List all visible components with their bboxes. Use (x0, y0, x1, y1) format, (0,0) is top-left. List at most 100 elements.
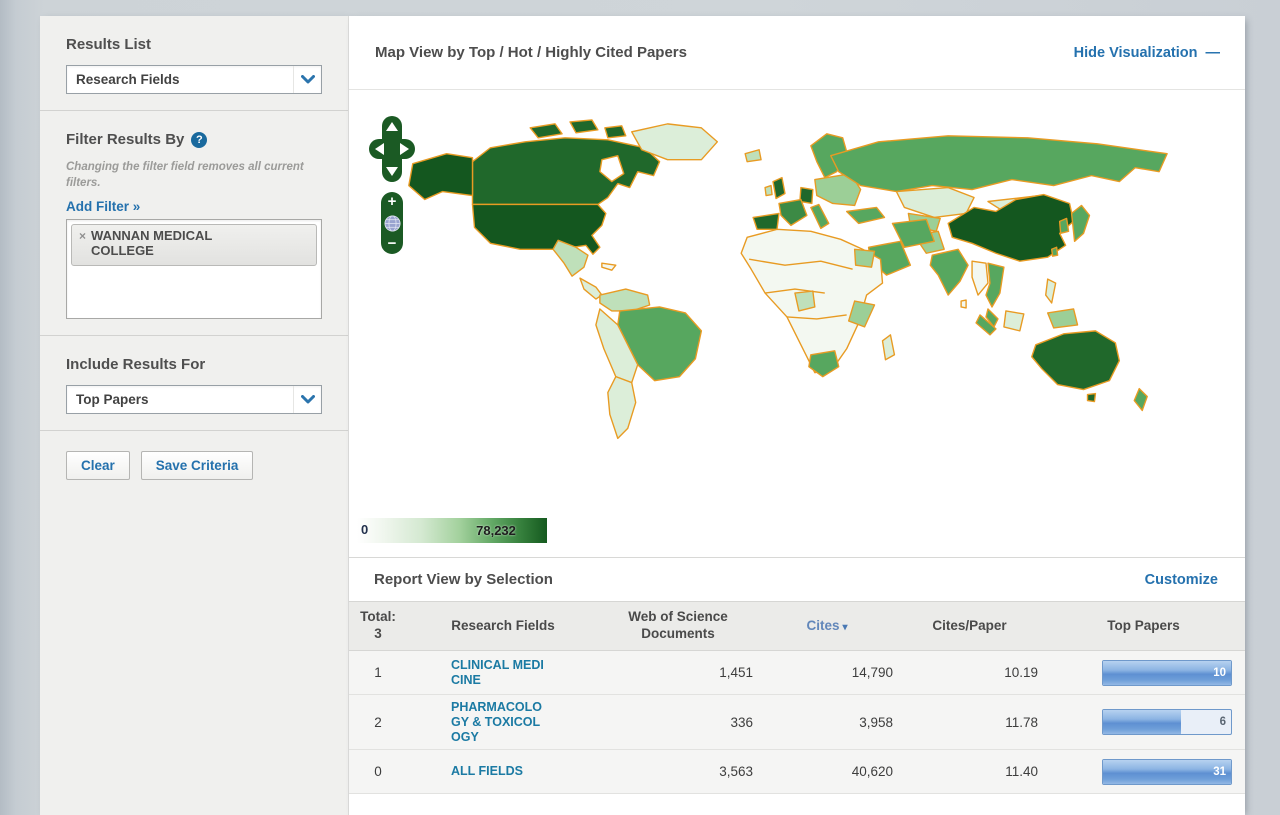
row-cites: 3,958 (757, 715, 897, 730)
column-header-total: Total: 3 (349, 609, 407, 643)
research-field-link[interactable]: ALL FIELDS (451, 764, 549, 779)
research-field-link[interactable]: CLINICAL MEDICINE (451, 658, 549, 688)
country-myanmar[interactable] (972, 261, 988, 295)
table-row: 1 CLINICAL MEDICINE 1,451 14,790 10.19 1… (349, 651, 1245, 695)
globe-icon[interactable] (384, 215, 401, 232)
column-header-cites-sorted[interactable]: Cites▾ (757, 618, 897, 635)
column-header-top-papers[interactable]: Top Papers (1042, 618, 1245, 635)
row-cites-per-paper: 11.40 (897, 764, 1042, 779)
country-cuba[interactable] (602, 263, 616, 270)
table-row: 2 PHARMACOLOGY & TOXICOLOGY 336 3,958 11… (349, 695, 1245, 750)
map-view-title: Map View by Top / Hot / Highly Cited Pap… (375, 44, 687, 61)
main-content: Map View by Top / Hot / Highly Cited Pap… (349, 16, 1245, 815)
results-list-selected-value: Research Fields (76, 72, 180, 87)
row-cites-per-paper: 11.78 (897, 715, 1042, 730)
row-documents: 3,563 (599, 764, 757, 779)
row-documents: 336 (599, 715, 757, 730)
help-icon[interactable]: ? (191, 132, 207, 148)
table-header-row: Total: 3 Research Fields Web of Science … (349, 601, 1245, 651)
sort-desc-icon: ▾ (842, 622, 847, 633)
filter-tag[interactable]: × WANNAN MEDICAL COLLEGE (71, 224, 317, 266)
filter-results-title: Filter Results By ? (66, 131, 322, 148)
country-india[interactable] (930, 249, 968, 295)
country-philippines[interactable] (1046, 279, 1056, 303)
criteria-actions-section: Clear Save Criteria (40, 431, 348, 496)
country-australia[interactable] (1032, 331, 1120, 390)
country-madagascar[interactable] (882, 335, 894, 360)
report-header: Report View by Selection Customize (349, 558, 1245, 601)
country-uk[interactable] (773, 178, 785, 199)
zoom-in-button[interactable]: + (388, 195, 397, 209)
include-results-title: Include Results For (66, 356, 322, 373)
country-alaska[interactable] (409, 154, 473, 200)
include-results-section: Include Results For Top Papers (40, 336, 348, 431)
column-header-documents[interactable]: Web of Science Documents (599, 609, 757, 643)
country-egypt[interactable] (855, 249, 875, 267)
country-canada-islands[interactable] (570, 120, 598, 133)
report-title: Report View by Selection (374, 571, 553, 588)
remove-filter-icon[interactable]: × (79, 229, 86, 243)
country-iceland[interactable] (745, 150, 761, 162)
top-papers-value: 31 (1213, 766, 1226, 778)
country-ireland[interactable] (765, 186, 772, 196)
filter-sidebar: Results List Research Fields Filter Resu… (40, 16, 349, 815)
column-header-cites-per-paper[interactable]: Cites/Paper (897, 618, 1042, 635)
include-results-selected-value: Top Papers (76, 392, 149, 407)
results-list-section: Results List Research Fields (40, 16, 348, 111)
legend-max-value: 78,232 (476, 523, 516, 538)
country-russia[interactable] (831, 136, 1167, 192)
active-filters-listbox[interactable]: × WANNAN MEDICAL COLLEGE (66, 219, 322, 319)
country-tasmania[interactable] (1088, 394, 1096, 402)
hide-visualization-link[interactable]: Hide Visualization — (1074, 45, 1219, 61)
country-thailand-vietnam[interactable] (986, 263, 1004, 307)
country-canada[interactable] (472, 138, 659, 205)
country-turkey[interactable] (847, 207, 885, 223)
add-filter-link[interactable]: Add Filter » (66, 199, 140, 214)
top-papers-value: 10 (1213, 667, 1226, 679)
country-nigeria[interactable] (795, 291, 815, 311)
column-header-research-fields[interactable]: Research Fields (407, 618, 599, 635)
row-cites: 14,790 (757, 665, 897, 680)
country-new-guinea[interactable] (1048, 309, 1078, 328)
visualization-header: Map View by Top / Hot / Highly Cited Pap… (349, 16, 1245, 90)
country-italy[interactable] (811, 204, 829, 228)
clear-button[interactable]: Clear (66, 451, 130, 480)
map-zoom-control[interactable]: + − (381, 192, 403, 254)
results-list-select[interactable]: Research Fields (66, 65, 322, 94)
country-new-zealand[interactable] (1134, 389, 1147, 411)
world-map-area: + − 0 78,232 (349, 90, 1245, 557)
country-central-america[interactable] (580, 278, 602, 299)
country-sri-lanka[interactable] (961, 300, 966, 308)
country-canada-islands[interactable] (605, 126, 626, 138)
world-map[interactable] (351, 98, 1207, 510)
country-taiwan[interactable] (1052, 247, 1058, 256)
country-indonesia-borneo[interactable] (1004, 311, 1024, 331)
legend-min-value: 0 (361, 522, 368, 537)
row-documents: 1,451 (599, 665, 757, 680)
row-rank: 1 (349, 665, 407, 680)
country-japan[interactable] (1072, 205, 1090, 241)
row-rank: 2 (349, 715, 407, 730)
map-pan-control[interactable] (369, 116, 415, 182)
save-criteria-button[interactable]: Save Criteria (141, 451, 254, 480)
customize-link[interactable]: Customize (1145, 572, 1218, 588)
country-south-africa[interactable] (809, 351, 839, 377)
chevron-down-icon[interactable] (293, 66, 321, 93)
zoom-out-button[interactable]: − (388, 237, 397, 251)
country-argentina-chile[interactable] (608, 377, 636, 439)
row-cites-per-paper: 10.19 (897, 665, 1042, 680)
country-colombia-venezuela[interactable] (600, 289, 650, 311)
country-spain[interactable] (753, 213, 779, 229)
filter-tag-label: WANNAN MEDICAL COLLEGE (91, 229, 241, 259)
country-usa[interactable] (472, 204, 605, 254)
research-field-link[interactable]: PHARMACOLOGY & TOXICOLOGY (451, 700, 549, 744)
include-results-select[interactable]: Top Papers (66, 385, 322, 414)
top-papers-bar: 31 (1102, 759, 1232, 785)
country-korea[interactable] (1060, 218, 1069, 233)
filter-results-section: Filter Results By ? Changing the filter … (40, 111, 348, 336)
country-france[interactable] (779, 200, 807, 226)
country-canada-islands[interactable] (530, 124, 562, 138)
chevron-down-icon[interactable] (293, 386, 321, 413)
table-row: 0 ALL FIELDS 3,563 40,620 11.40 31 (349, 750, 1245, 794)
choropleth-legend: 0 78,232 (357, 518, 547, 543)
